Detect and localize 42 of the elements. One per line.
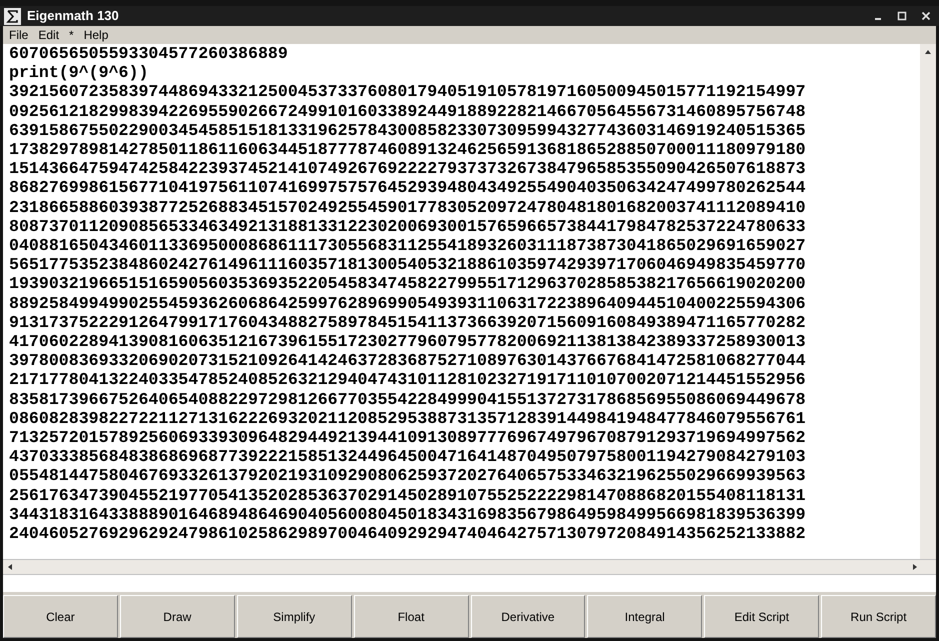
output-line: 05548144758046769332613792021931092908062593720276406575334632196255029669939563 bbox=[9, 466, 807, 486]
command-button[interactable]: Derivative bbox=[470, 595, 586, 638]
maximize-icon[interactable] bbox=[897, 11, 907, 21]
menu-item[interactable]: Edit bbox=[38, 26, 60, 44]
output-line: 19390321966515165905603536935220545834745822799551712963702858538217656619020200 bbox=[9, 274, 807, 294]
output-line: 34431831643388890164689486469040560080450183431698356798649598499566981839536399 bbox=[9, 504, 807, 524]
output-line: print(9^(9^6)) bbox=[9, 63, 150, 82]
output-line: 86827699861567710419756110741699757576452939480434925549040350634247499780262544 bbox=[9, 178, 807, 198]
sigma-icon bbox=[4, 8, 21, 24]
menu-item[interactable]: * bbox=[69, 26, 74, 44]
output-line: 83581739667526406540882297298126677035542284999041551372731786856955086069449678 bbox=[9, 390, 807, 409]
output-line: 88925849949902554593626068642599762896990549393110631722389640944510400225594306 bbox=[9, 294, 807, 313]
command-button[interactable]: Integral bbox=[587, 595, 702, 638]
output-line: 23186658860393877252688345157024925545901778305209724780481801682003741112089410 bbox=[9, 198, 807, 217]
output-line: 09256121829983942269559026672499101603389244918892282146670564556731460895756748 bbox=[9, 102, 807, 121]
command-button[interactable]: Float bbox=[354, 595, 468, 638]
output-line: 25617634739045521977054135202853637029145028910755252222981470886820155408118131 bbox=[9, 486, 807, 505]
output-line: 80873701120908565334634921318813312230200693001576596657384417984782537224780633 bbox=[9, 216, 807, 236]
command-button[interactable]: Draw bbox=[120, 595, 235, 638]
menu-item[interactable]: File bbox=[9, 26, 28, 44]
menu-item[interactable]: Help bbox=[84, 26, 108, 44]
output-line: 39780083693320690207315210926414246372836875271089763014376676841472581068277044 bbox=[9, 351, 807, 370]
output-line: 08608283982272211271316222693202112085295388731357128391449841948477846079556761 bbox=[9, 408, 807, 428]
output-line: 63915867550229003454585151813319625784300858233073095994327743603146919240515365 bbox=[9, 120, 807, 140]
output-line: 41706022894139081606351216739615517230277960795778200692113813842389337258930013 bbox=[9, 332, 807, 352]
output-line: 04088165043460113369500086861117305568311255418932603111873873041865029691659027 bbox=[9, 236, 807, 256]
output-line: 43703338568483868696877392221585132449645004716414870495079758001194279084279103 bbox=[9, 447, 807, 466]
output-line: 17382978981427850118611606344518777874608913246256591368186528850700011180979180 bbox=[9, 140, 807, 160]
output-line: 56517753523848602427614961116035718130054053218861035974293971706046949835459770 bbox=[9, 255, 807, 274]
command-button[interactable]: Simplify bbox=[236, 595, 352, 638]
output-line: 39215607235839744869433212500453733760801794051910578197160500945015771192154997 bbox=[9, 82, 807, 102]
window-title: Eigenmath 130 bbox=[27, 7, 119, 26]
output-line: 21717780413224033547852408526321294047431011281023271917110107002071214451552956 bbox=[9, 370, 807, 390]
output-line: 15143664759474258422393745214107492676922227937373267384796585355090426507618873 bbox=[9, 159, 807, 178]
command-button[interactable]: Clear bbox=[3, 595, 118, 638]
output-line: 71325720157892560693393096482944921394410913089777696749796708791293719694997562 bbox=[9, 428, 807, 448]
close-icon[interactable] bbox=[921, 11, 931, 21]
command-button[interactable]: Run Script bbox=[821, 595, 936, 638]
command-button[interactable]: Edit Script bbox=[704, 595, 820, 638]
output-line: 91317375222912647991717604348827589784515411373663920715609160849389471165770282 bbox=[9, 312, 807, 332]
output-line: 6070656505593304577260386889 bbox=[9, 44, 289, 64]
output-line: 24046052769296292479861025862989700464092929474046427571307972084914356252133882 bbox=[9, 524, 807, 544]
